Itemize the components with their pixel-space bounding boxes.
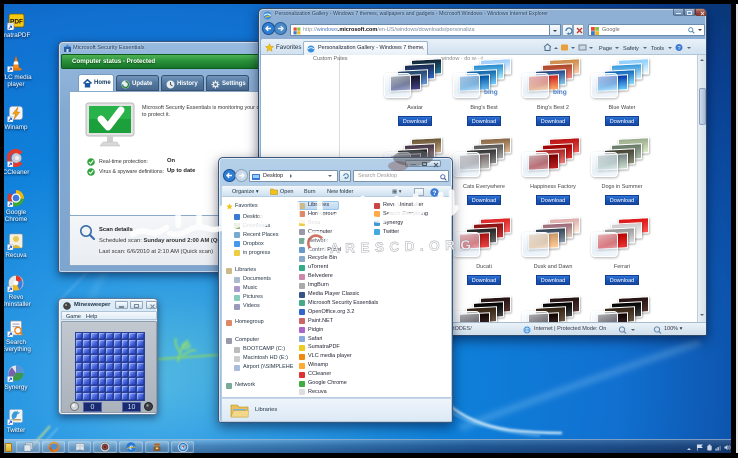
- svg-text:?: ?: [433, 189, 437, 196]
- svg-text:?: ?: [677, 45, 680, 51]
- svg-text:Safety: Safety: [623, 46, 639, 52]
- svg-text:Page: Page: [599, 46, 612, 52]
- svg-text:Tools: Tools: [651, 46, 664, 52]
